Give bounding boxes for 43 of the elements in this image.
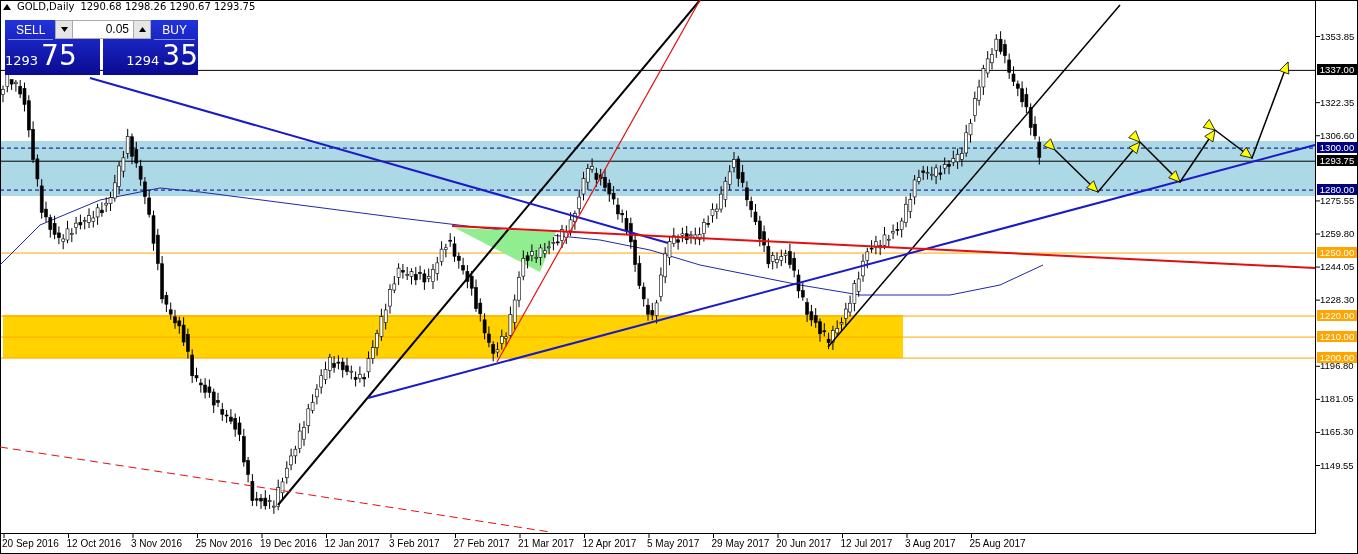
date-label: 12 Jul 2017 [840,538,893,549]
lot-size-field[interactable]: 0.05 [73,20,133,39]
date-label: 25 Nov 2016 [195,538,253,549]
price-tick-label: 1165.30 [1320,426,1354,438]
price-marker: 1280.00 [1317,184,1357,196]
date-label: 3 Nov 2016 [131,538,183,549]
date-label: 12 Apr 2017 [582,538,637,549]
date-label: 19 Dec 2016 [260,538,317,549]
date-label: 20 Sep 2016 [2,538,59,549]
price-tick-label: 1353.85 [1320,30,1355,42]
price-marker: 1250.00 [1317,247,1357,259]
ohlc-values: 1290.68 1298.26 1290.67 1293.75 [80,1,256,12]
date-label: 25 Aug 2017 [969,538,1026,549]
price-tick-label: 1181.05 [1320,393,1354,405]
date-label: 5 May 2017 [647,538,700,549]
date-label: 27 Feb 2017 [453,538,510,549]
price-prefix: 1293 [5,53,39,68]
price-tick-label: 1306.60 [1320,129,1355,141]
date-label: 20 Jun 2017 [776,538,832,549]
price-marker: 1300.00 [1317,142,1357,154]
date-label: 12 Oct 2016 [66,538,121,549]
buy-label[interactable]: BUY [154,21,195,40]
price-pips: 35 [162,40,198,72]
price-marker: 1337.00 [1317,64,1357,76]
price-tick-label: 1322.35 [1320,96,1355,108]
price-marker: 1293.75 [1317,155,1357,167]
price-tick-label: 1259.80 [1320,228,1355,239]
price-tick-label: 1149.55 [1320,459,1354,471]
date-label: 3 Feb 2017 [389,538,440,549]
chart-title: GOLD,Daily [17,1,75,12]
date-label: 3 Aug 2017 [905,538,956,549]
price-pips: 75 [41,40,77,72]
sell-label[interactable]: SELL [8,21,54,40]
price-marker: 1200.00 [1317,352,1357,364]
date-label: 29 May 2017 [711,538,770,549]
date-label: 12 Jan 2017 [324,538,380,549]
price-marker: 1210.00 [1317,331,1357,343]
price-tick-label: 1228.30 [1320,294,1355,306]
price-prefix: 1294 [126,53,160,68]
price-tick-label: 1244.05 [1320,261,1355,273]
price-tick-label: 1275.55 [1320,194,1355,206]
date-label: 21 Mar 2017 [518,538,575,549]
price-marker: 1220.00 [1317,310,1357,322]
